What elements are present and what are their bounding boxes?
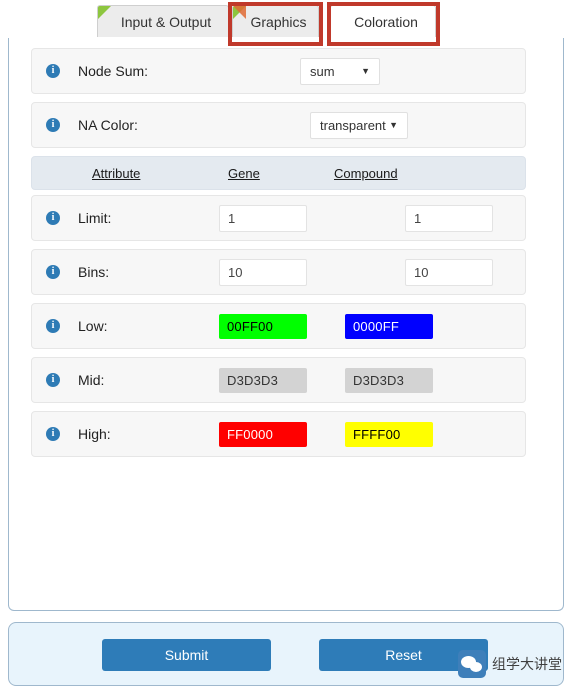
bins-compound-input[interactable]: 10 xyxy=(405,258,493,286)
mid-gene-color-input[interactable]: D3D3D3 xyxy=(219,367,307,393)
tab-graphics-label: Graphics xyxy=(250,13,307,30)
tab-graphics[interactable]: Graphics xyxy=(232,5,319,37)
tab-bar: Input & Output Graphics Coloration xyxy=(0,0,571,38)
info-icon[interactable]: i xyxy=(46,427,60,441)
wechat-icon xyxy=(458,650,486,678)
row-na-color: i NA Color: transparent ▼ xyxy=(31,102,526,148)
info-icon[interactable]: i xyxy=(46,265,60,279)
mid-label: Mid: xyxy=(78,372,105,388)
info-icon[interactable]: i xyxy=(46,319,60,333)
chevron-down-icon: ▼ xyxy=(389,119,398,130)
tab-input-output[interactable]: Input & Output xyxy=(97,5,229,37)
na-color-select[interactable]: transparent ▼ xyxy=(310,111,408,139)
node-sum-value: sum xyxy=(310,63,335,79)
tab-coloration[interactable]: Coloration xyxy=(330,5,436,37)
column-header-compound[interactable]: Compound xyxy=(334,166,398,181)
chevron-down-icon: ▼ xyxy=(361,65,370,76)
low-compound-color-input[interactable]: 0000FF xyxy=(345,313,433,339)
tab-input-output-label: Input & Output xyxy=(120,13,212,30)
high-compound-color-input[interactable]: FFFF00 xyxy=(345,421,433,447)
node-sum-label: Node Sum: xyxy=(78,63,149,79)
row-node-sum: i Node Sum: sum ▼ xyxy=(31,48,526,94)
bins-gene-input[interactable]: 10 xyxy=(219,258,307,286)
tab-coloration-label: Coloration xyxy=(354,13,418,30)
high-gene-color-input[interactable]: FF0000 xyxy=(219,421,307,447)
info-icon[interactable]: i xyxy=(46,118,60,132)
submit-button[interactable]: Submit xyxy=(102,639,271,671)
row-high: i High: FF0000 FFFF00 xyxy=(31,411,526,457)
info-icon[interactable]: i xyxy=(46,373,60,387)
row-limit: i Limit: 1 1 xyxy=(31,195,526,241)
watermark-text: 组学大讲堂 xyxy=(492,657,562,673)
column-header-row: Attribute Gene Compound xyxy=(31,156,526,190)
limit-label: Limit: xyxy=(78,210,112,226)
node-sum-select[interactable]: sum ▼ xyxy=(300,57,380,85)
info-icon[interactable]: i xyxy=(46,64,60,78)
na-color-label: NA Color: xyxy=(78,117,138,133)
row-mid: i Mid: D3D3D3 D3D3D3 xyxy=(31,357,526,403)
row-bins: i Bins: 10 10 xyxy=(31,249,526,295)
low-gene-color-input[interactable]: 00FF00 xyxy=(219,313,307,339)
watermark: 组学大讲堂 xyxy=(458,648,563,680)
column-header-attribute[interactable]: Attribute xyxy=(92,166,140,181)
green-triangle-icon xyxy=(98,6,111,19)
info-icon[interactable]: i xyxy=(46,211,60,225)
mid-compound-color-input[interactable]: D3D3D3 xyxy=(345,367,433,393)
low-label: Low: xyxy=(78,318,108,334)
high-label: High: xyxy=(78,426,111,442)
bins-label: Bins: xyxy=(78,264,110,280)
limit-gene-input[interactable]: 1 xyxy=(219,204,307,232)
row-low: i Low: 00FF00 0000FF xyxy=(31,303,526,349)
column-header-gene[interactable]: Gene xyxy=(228,166,260,181)
na-color-value: transparent xyxy=(320,117,386,133)
coloration-panel: i Node Sum: sum ▼ i NA Color: transparen… xyxy=(8,38,564,611)
limit-compound-input[interactable]: 1 xyxy=(405,204,493,232)
